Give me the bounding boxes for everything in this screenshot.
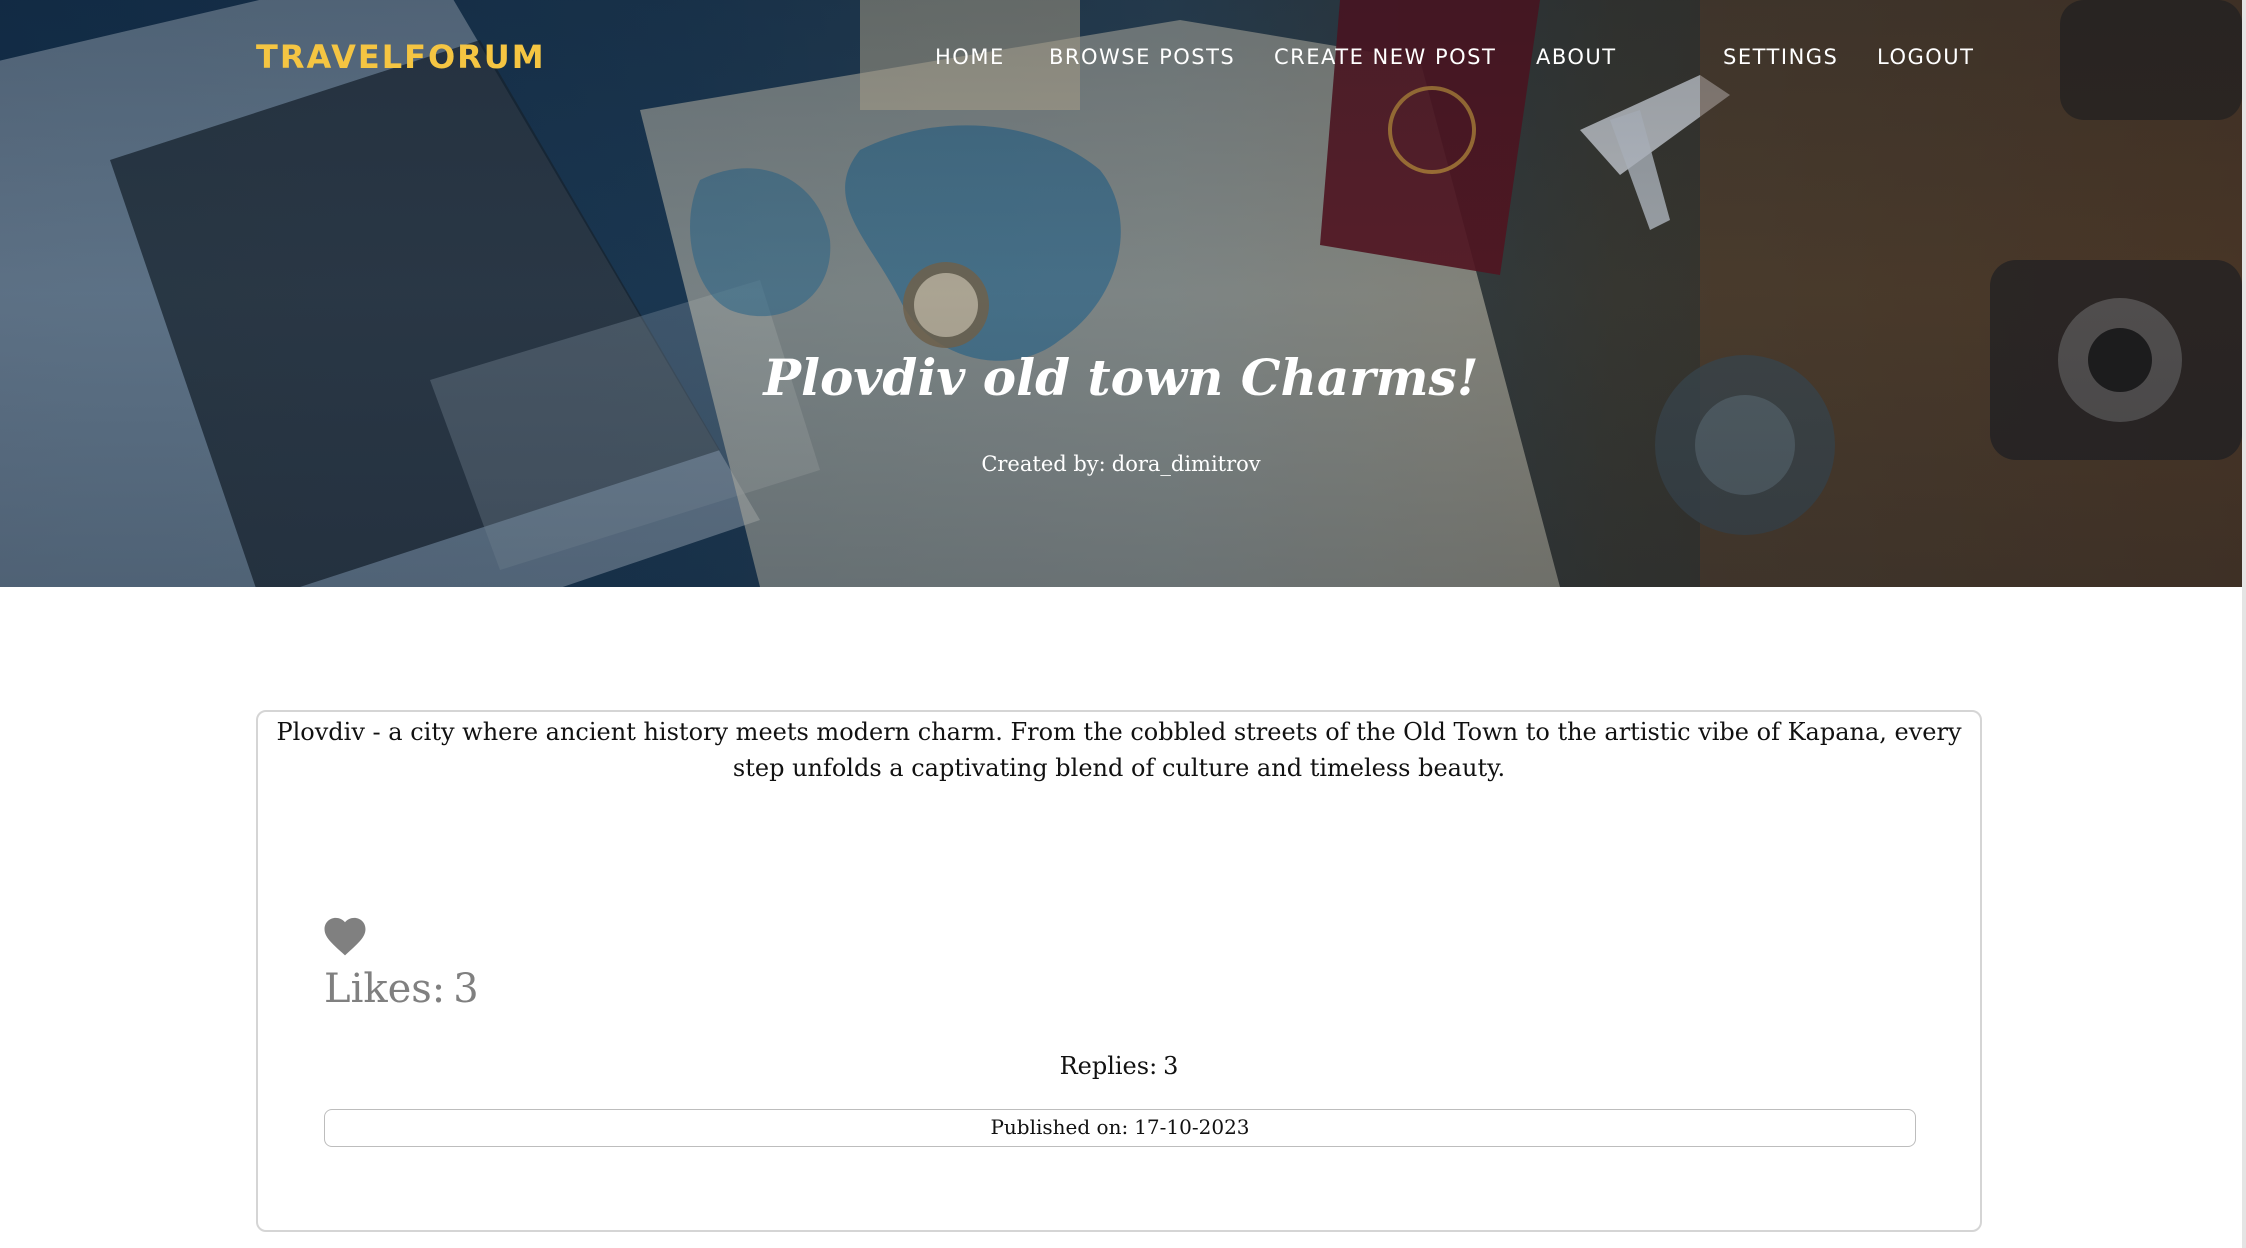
top-navbar: TRAVELFORUM HOME BROWSE POSTS CREATE NEW…: [0, 0, 2242, 116]
replies-label-text: Replies:: [1059, 1052, 1158, 1080]
likes-count: 3: [453, 966, 479, 1012]
nav-about-link[interactable]: ABOUT: [1536, 45, 1617, 69]
nav-browse-posts-link[interactable]: BROWSE POSTS: [1049, 45, 1235, 69]
replies-counter: Replies: 3: [258, 1052, 1980, 1080]
likes-counter: Likes: 3: [324, 966, 479, 1012]
hero-header: TRAVELFORUM HOME BROWSE POSTS CREATE NEW…: [0, 0, 2242, 587]
replies-count: 3: [1163, 1052, 1179, 1080]
likes-label-text: Likes:: [324, 966, 446, 1012]
post-body-text: Plovdiv - a city where ancient history m…: [276, 718, 1962, 782]
published-date: 17-10-2023: [1134, 1115, 1250, 1139]
like-button[interactable]: [324, 917, 366, 957]
nav-logout-link[interactable]: LOGOUT: [1877, 45, 1974, 69]
nav-create-new-post-link[interactable]: CREATE NEW POST: [1274, 45, 1496, 69]
nav-home-link[interactable]: HOME: [935, 45, 1005, 69]
post-author-line: Created by: dora_dimitrov: [0, 452, 2242, 476]
nav-settings-link[interactable]: SETTINGS: [1723, 45, 1838, 69]
post-title: Plovdiv old town Charms!: [763, 348, 1479, 407]
heart-icon: [324, 917, 366, 956]
published-date-box: Published on: 17-10-2023: [324, 1109, 1916, 1147]
page-edge-divider: [2242, 0, 2246, 1248]
author-name: dora_dimitrov: [1111, 452, 1261, 476]
author-prefix: Created by:: [981, 452, 1106, 476]
brand-logo-link[interactable]: TRAVELFORUM: [256, 38, 546, 76]
published-label: Published on:: [990, 1115, 1129, 1139]
post-card: Plovdiv - a city where ancient history m…: [256, 710, 1982, 1232]
page: TRAVELFORUM HOME BROWSE POSTS CREATE NEW…: [0, 0, 2246, 1248]
